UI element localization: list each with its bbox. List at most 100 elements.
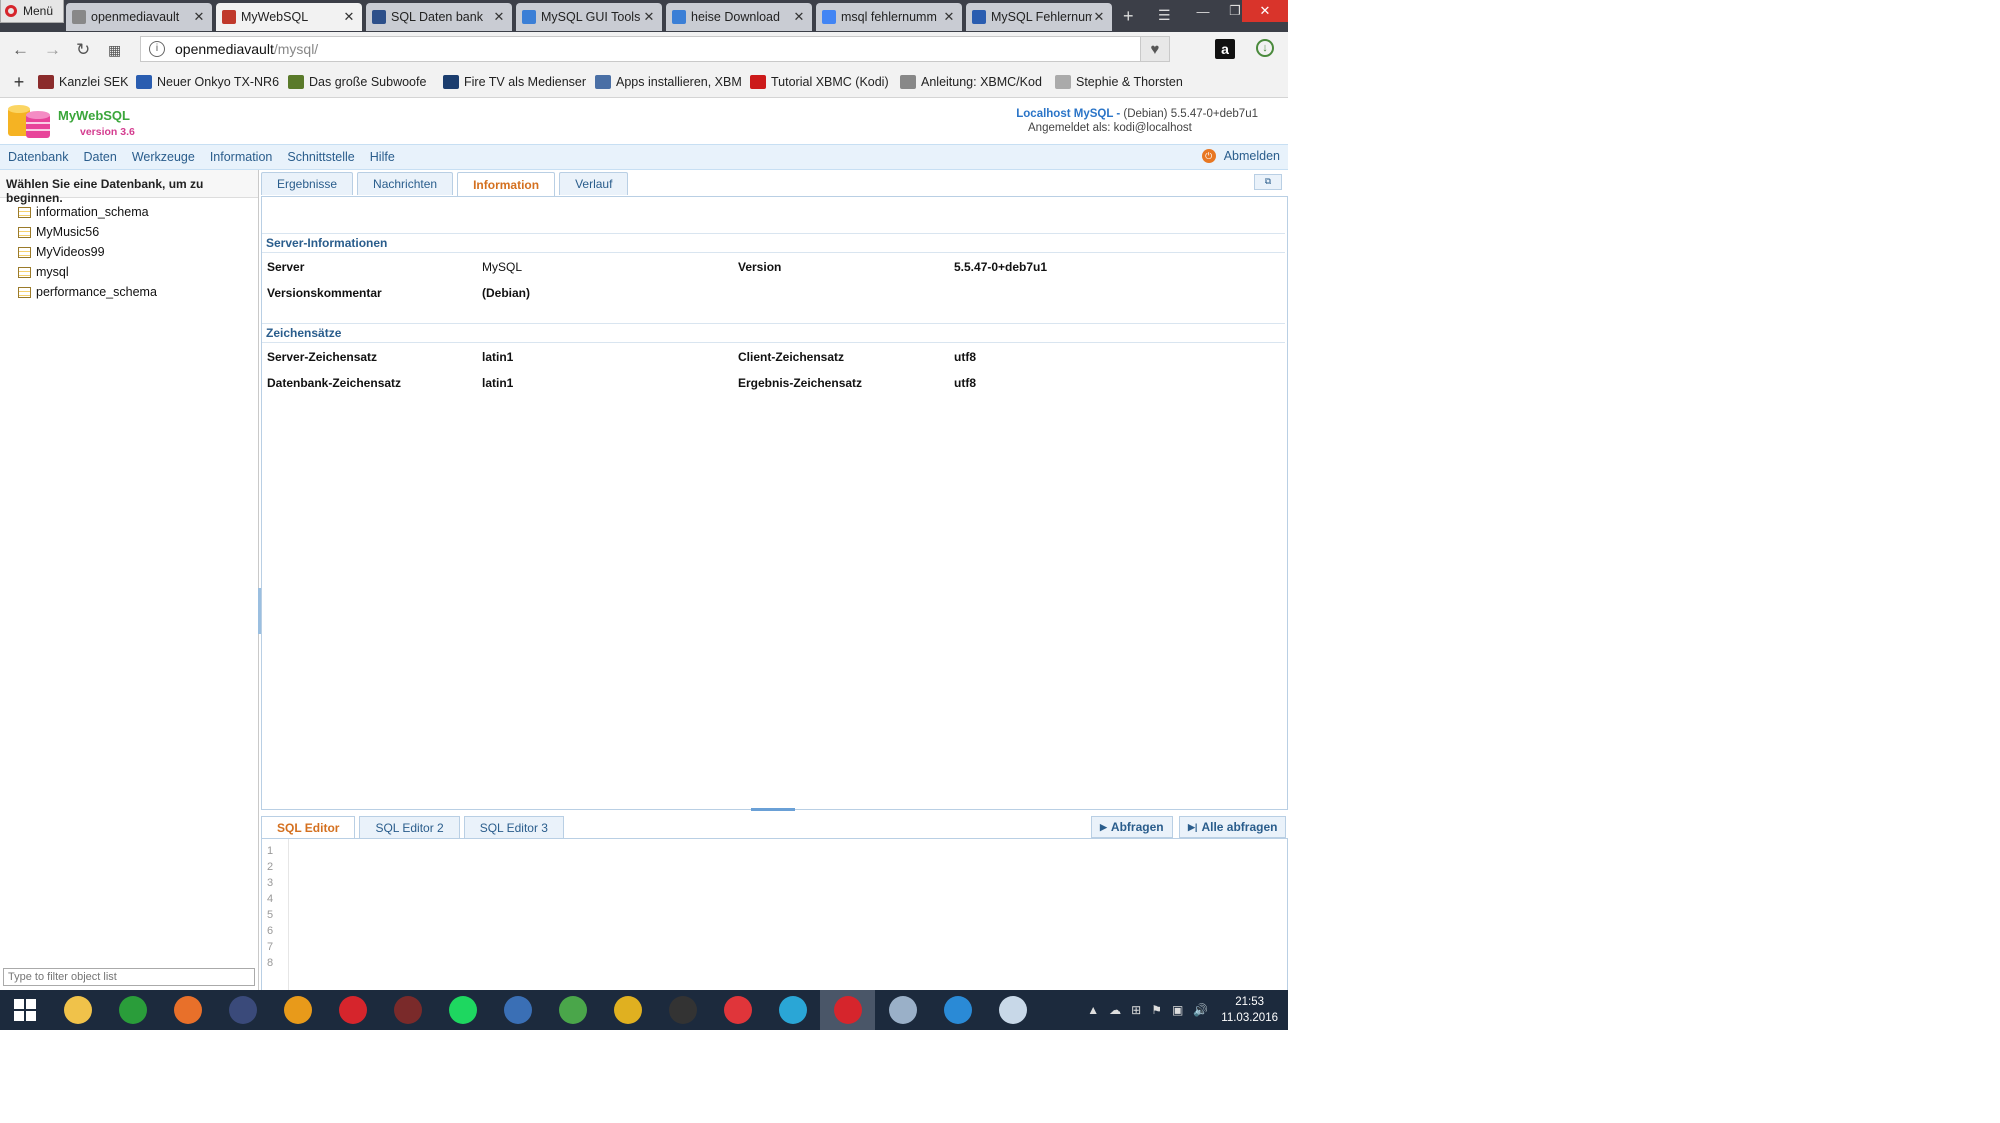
browser-tab[interactable]: SQL Daten bank ✕ bbox=[366, 3, 512, 31]
menu-datenbank[interactable]: Datenbank bbox=[8, 150, 68, 164]
object-filter-input[interactable] bbox=[3, 968, 255, 986]
taskbar-app-firefox[interactable] bbox=[160, 990, 215, 1030]
vivaldi-icon bbox=[723, 996, 752, 1024]
bookmark-item[interactable]: Fire TV als Medienser bbox=[443, 75, 595, 89]
database-item-mysql[interactable]: mysql bbox=[0, 262, 258, 282]
browser-menu-button[interactable]: Menü bbox=[0, 0, 64, 23]
menu-schnittstelle[interactable]: Schnittstelle bbox=[287, 150, 354, 164]
taskbar-app-store[interactable] bbox=[105, 990, 160, 1030]
windows-flag-icon[interactable]: ⊞ bbox=[1131, 1003, 1141, 1017]
bookmark-heart-icon[interactable]: ♥ bbox=[1140, 37, 1169, 61]
close-tab-icon[interactable]: ✕ bbox=[1092, 9, 1106, 25]
taskbar-app-chrome[interactable] bbox=[600, 990, 655, 1030]
sql-editor[interactable]: 1 2 3 4 5 6 7 8 bbox=[261, 838, 1288, 991]
close-tab-icon[interactable]: ✕ bbox=[342, 9, 356, 25]
query-button[interactable]: ▶ Abfragen bbox=[1091, 816, 1173, 838]
minimize-button[interactable]: — bbox=[1188, 0, 1218, 22]
tab-information[interactable]: Information bbox=[457, 172, 556, 197]
browser-menu-label: Menü bbox=[23, 4, 54, 18]
taskbar-app-file-explorer[interactable] bbox=[50, 990, 105, 1030]
server-name-link[interactable]: Localhost MySQL - bbox=[1016, 108, 1120, 120]
close-tab-icon[interactable]: ✕ bbox=[492, 9, 506, 25]
taskbar-app-globe[interactable] bbox=[545, 990, 600, 1030]
add-bookmark-button[interactable]: + bbox=[0, 72, 38, 93]
download-extension-icon[interactable]: ↓ bbox=[1256, 39, 1274, 57]
menu-hilfe[interactable]: Hilfe bbox=[370, 150, 395, 164]
taskbar-app-opera-active[interactable] bbox=[820, 990, 875, 1030]
close-tab-icon[interactable]: ✕ bbox=[642, 9, 656, 25]
logout-label: Abmelden bbox=[1223, 149, 1280, 163]
tab-sql-editor-2[interactable]: SQL Editor 2 bbox=[359, 816, 460, 839]
bookmark-item[interactable]: Das große Subwoofe bbox=[288, 75, 443, 89]
close-tab-icon[interactable]: ✕ bbox=[192, 9, 206, 25]
taskbar-clock[interactable]: 21:53 11.03.2016 bbox=[1221, 994, 1278, 1026]
taskbar-app-spotify[interactable] bbox=[435, 990, 490, 1030]
logout-button[interactable]: ⏻ Abmelden bbox=[1201, 149, 1280, 163]
volume-icon[interactable]: 🔊 bbox=[1193, 1003, 1208, 1017]
browser-tab[interactable]: MySQL GUI Tools ✕ bbox=[516, 3, 662, 31]
taskbar-app-media[interactable] bbox=[380, 990, 435, 1030]
site-info-icon[interactable]: i bbox=[149, 41, 165, 57]
client-charset-value: utf8 bbox=[954, 350, 976, 364]
browser-tab[interactable]: MySQL Fehlernum ✕ bbox=[966, 3, 1112, 31]
bookmark-item[interactable]: Kanzlei SEK bbox=[38, 75, 136, 89]
taskbar-app-obs[interactable] bbox=[655, 990, 710, 1030]
tab-menu-icon[interactable]: ☰ bbox=[1158, 7, 1171, 24]
start-button[interactable] bbox=[0, 990, 50, 1030]
bookmark-item[interactable]: Tutorial XBMC (Kodi) bbox=[750, 75, 900, 89]
speed-dial-icon[interactable]: ▦ bbox=[108, 42, 121, 59]
taskbar-app-opera[interactable] bbox=[325, 990, 380, 1030]
network-icon[interactable]: ▣ bbox=[1172, 1003, 1183, 1017]
taskbar-app-notes[interactable] bbox=[875, 990, 930, 1030]
editor-resize-handle[interactable] bbox=[751, 808, 795, 811]
forward-icon[interactable]: → bbox=[44, 40, 61, 60]
browser-tab[interactable]: heise Download ✕ bbox=[666, 3, 812, 31]
obs-icon bbox=[668, 996, 697, 1024]
close-window-button[interactable]: ✕ bbox=[1242, 0, 1288, 22]
play-all-icon: ▶| bbox=[1188, 821, 1198, 832]
database-item-myvideos99[interactable]: MyVideos99 bbox=[0, 242, 258, 262]
close-tab-icon[interactable]: ✕ bbox=[942, 9, 956, 25]
amazon-extension-icon[interactable]: a bbox=[1215, 39, 1235, 59]
reload-icon[interactable]: ↻ bbox=[76, 40, 90, 60]
menu-werkzeuge[interactable]: Werkzeuge bbox=[132, 150, 195, 164]
taskbar-app-kodi[interactable] bbox=[765, 990, 820, 1030]
close-tab-icon[interactable]: ✕ bbox=[792, 9, 806, 25]
address-bar: ← → ↻ ▦ i openmediavault/mysql/ ♥ a ↓ bbox=[0, 32, 1288, 68]
tab-nachrichten[interactable]: Nachrichten bbox=[357, 172, 454, 195]
database-item-mymusic56[interactable]: MyMusic56 bbox=[0, 222, 258, 242]
bookmark-item[interactable]: Apps installieren, XBM bbox=[595, 75, 750, 89]
menu-daten[interactable]: Daten bbox=[83, 150, 116, 164]
menu-information[interactable]: Information bbox=[210, 150, 273, 164]
taskbar-app-vivaldi[interactable] bbox=[710, 990, 765, 1030]
browser-tab[interactable]: openmediavault ✕ bbox=[66, 3, 212, 31]
back-icon[interactable]: ← bbox=[12, 40, 29, 60]
tray-expand-icon[interactable]: ▲ bbox=[1087, 1003, 1099, 1017]
divider bbox=[262, 323, 1285, 324]
browser-tab[interactable]: msql fehlernumm ✕ bbox=[816, 3, 962, 31]
onedrive-icon[interactable]: ☁ bbox=[1109, 1003, 1121, 1017]
database-item-information-schema[interactable]: information_schema bbox=[0, 202, 258, 222]
taskbar-app-paint[interactable] bbox=[985, 990, 1040, 1030]
bookmark-item[interactable]: Stephie & Thorsten bbox=[1055, 75, 1195, 89]
tab-sql-editor-3[interactable]: SQL Editor 3 bbox=[463, 816, 564, 839]
action-center-flag-icon[interactable]: ⚑ bbox=[1151, 1003, 1162, 1017]
url-field[interactable]: i openmediavault/mysql/ ♥ bbox=[140, 36, 1170, 62]
bookmark-favicon-icon bbox=[38, 75, 54, 89]
bookmark-item[interactable]: Neuer Onkyo TX-NR6 bbox=[136, 75, 288, 89]
bookmark-item[interactable]: Anleitung: XBMC/Kod bbox=[900, 75, 1055, 89]
taskbar-app-keepass[interactable] bbox=[215, 990, 270, 1030]
database-icon bbox=[18, 286, 31, 298]
database-item-performance-schema[interactable]: performance_schema bbox=[0, 282, 258, 302]
maximize-pane-button[interactable]: ⧉ bbox=[1254, 174, 1282, 190]
taskbar-app-money[interactable] bbox=[270, 990, 325, 1030]
tab-ergebnisse[interactable]: Ergebnisse bbox=[261, 172, 354, 195]
new-tab-button[interactable]: + bbox=[1123, 6, 1134, 27]
bookmarks-bar: + Kanzlei SEK Neuer Onkyo TX-NR6 Das große… bbox=[0, 67, 1288, 98]
query-all-button[interactable]: ▶| Alle abfragen bbox=[1179, 816, 1287, 838]
taskbar-app-player[interactable] bbox=[930, 990, 985, 1030]
tab-sql-editor[interactable]: SQL Editor bbox=[261, 816, 356, 839]
tab-verlauf[interactable]: Verlauf bbox=[559, 172, 629, 195]
taskbar-app-editor[interactable] bbox=[490, 990, 545, 1030]
browser-tab[interactable]: MyWebSQL ✕ bbox=[216, 3, 362, 31]
